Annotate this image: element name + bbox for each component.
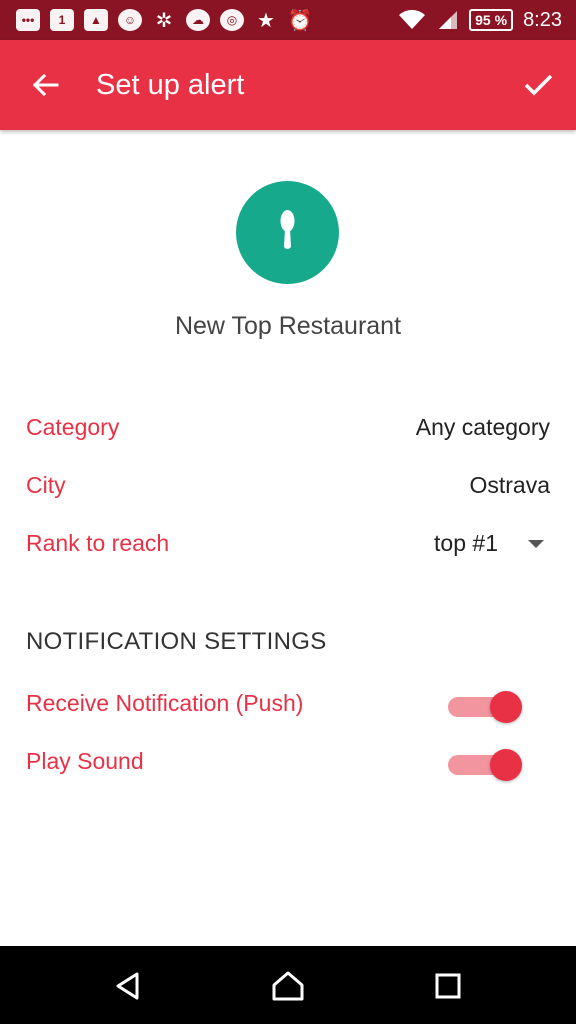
- back-nav-icon[interactable]: [108, 966, 148, 1006]
- calendar-icon: 1: [50, 9, 74, 31]
- back-arrow-icon[interactable]: [26, 66, 64, 104]
- push-notification-row[interactable]: Receive Notification (Push): [26, 684, 550, 724]
- category-row[interactable]: Category Any category: [26, 408, 550, 448]
- rank-select[interactable]: top #1: [434, 530, 498, 557]
- rank-label: Rank to reach: [26, 530, 170, 556]
- play-sound-toggle[interactable]: [448, 749, 522, 781]
- messages-icon: •••: [16, 9, 40, 31]
- status-bar: ••• 1 ▲ ☺ ✲ ☁ ◎ ★ ⏰ 95 % 8:23: [0, 0, 576, 40]
- signal-icon: [439, 11, 458, 29]
- toggle-knob: [490, 691, 522, 723]
- rank-row[interactable]: Rank to reach top #1: [26, 524, 550, 564]
- toggle-knob: [490, 749, 522, 781]
- app2-icon: ◎: [220, 9, 244, 31]
- app-bar: Set up alert: [0, 40, 576, 130]
- play-sound-row[interactable]: Play Sound: [26, 742, 550, 782]
- star-icon: ★: [257, 9, 275, 32]
- app-icon: ☺: [118, 9, 142, 31]
- confirm-check-icon[interactable]: [518, 64, 558, 104]
- weather-icon: ☁: [186, 9, 210, 31]
- push-notification-label: Receive Notification (Push): [26, 690, 304, 716]
- category-label: Category: [26, 414, 120, 440]
- alert-type-badge: [236, 181, 339, 284]
- system-icons: 95 % 8:23: [397, 9, 576, 32]
- clock: 8:23: [523, 8, 562, 31]
- dropdown-arrow-icon[interactable]: [528, 540, 544, 548]
- gallery-icon: ▲: [84, 9, 108, 31]
- notification-settings-heading: NOTIFICATION SETTINGS: [26, 628, 327, 655]
- page-title: Set up alert: [96, 69, 245, 101]
- push-notification-toggle[interactable]: [448, 691, 522, 723]
- home-nav-icon[interactable]: [268, 966, 308, 1006]
- notification-icons: ••• 1 ▲ ☺ ✲ ☁ ◎ ★ ⏰: [0, 9, 313, 32]
- city-label: City: [26, 472, 66, 498]
- category-value[interactable]: Any category: [416, 414, 550, 441]
- alert-name: New Top Restaurant: [174, 312, 402, 340]
- play-sound-label: Play Sound: [26, 748, 144, 774]
- city-value[interactable]: Ostrava: [469, 472, 550, 499]
- battery-indicator: 95 %: [469, 9, 514, 31]
- city-row[interactable]: City Ostrava: [26, 466, 550, 506]
- wifi-icon: [399, 9, 426, 29]
- recent-apps-nav-icon[interactable]: [428, 966, 468, 1006]
- spoon-icon: [280, 210, 295, 249]
- butterfly-icon: ✲: [155, 9, 173, 32]
- alarm-icon: ⏰: [287, 9, 313, 32]
- navigation-bar: [0, 946, 576, 1024]
